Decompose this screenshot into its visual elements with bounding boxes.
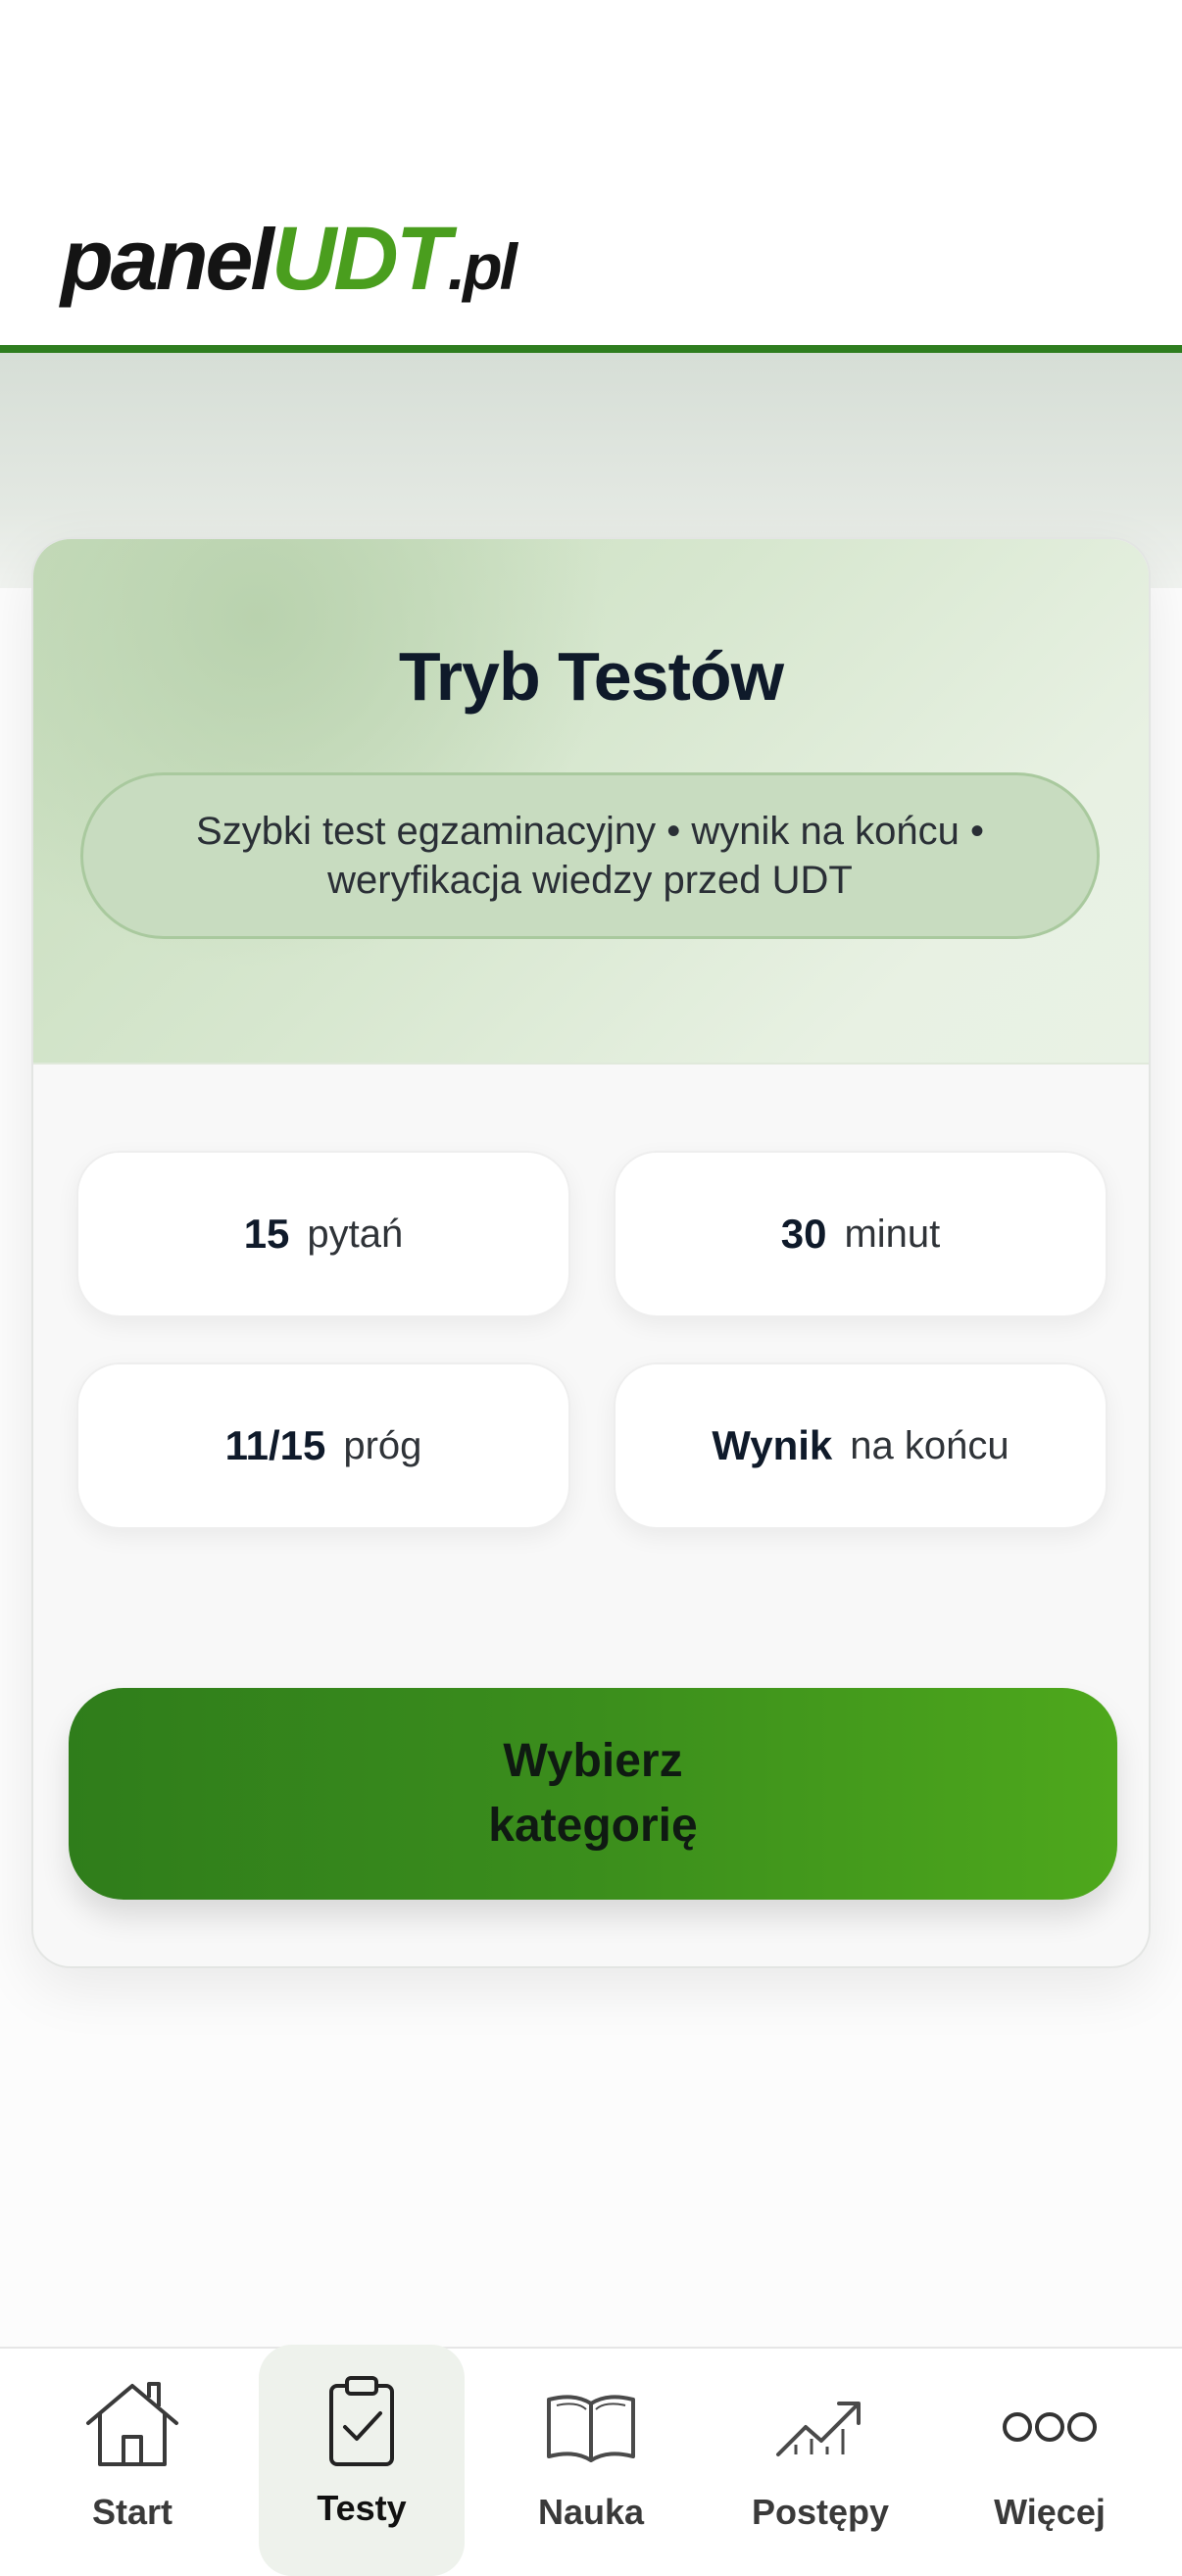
- more-icon: [1003, 2412, 1097, 2442]
- stat-value: 11/15: [224, 1422, 326, 1468]
- nav-item-wiecej[interactable]: Więcej: [947, 2349, 1153, 2572]
- app-header: panelUDT.pl: [0, 0, 1182, 353]
- logo-part-panel: panel: [61, 211, 274, 308]
- subtitle-text: Szybki test egzaminacyjny • wynik na koń…: [196, 810, 984, 902]
- stat-value: Wynik: [712, 1422, 833, 1468]
- stat-label: próg: [343, 1423, 422, 1467]
- stat-time: 30 minut: [614, 1151, 1108, 1317]
- logo-part-domain: .pl: [447, 230, 517, 303]
- book-icon: [547, 2395, 635, 2462]
- page-title: Tryb Testów: [398, 638, 784, 715]
- nav-item-nauka[interactable]: Nauka: [488, 2349, 694, 2572]
- trend-up-icon: [776, 2402, 861, 2456]
- choose-category-button[interactable]: Wybierz kategorię: [69, 1688, 1117, 1900]
- nav-item-postepy[interactable]: Postępy: [717, 2349, 923, 2572]
- stat-result: Wynik na końcu: [614, 1362, 1108, 1529]
- test-mode-card: Tryb Testów Szybki test egzaminacyjny • …: [31, 537, 1151, 1968]
- stat-threshold: 11/15 próg: [76, 1362, 570, 1529]
- app-logo[interactable]: panelUDT.pl: [61, 214, 517, 304]
- stat-label: minut: [844, 1212, 941, 1256]
- nav-label: Postępy: [751, 2492, 890, 2532]
- nav-item-testy[interactable]: Testy: [259, 2345, 465, 2576]
- clipboard-check-icon: [329, 2376, 394, 2466]
- nav-label: Więcej: [994, 2492, 1106, 2532]
- stat-value: 30: [780, 1211, 827, 1257]
- nav-label: Start: [91, 2492, 173, 2532]
- bottom-nav: Start Testy Nauka Postępy Więcej: [0, 2345, 1182, 2576]
- stat-label: na końcu: [850, 1423, 1010, 1467]
- stat-value: 15: [243, 1211, 290, 1257]
- home-icon: [86, 2382, 178, 2466]
- subtitle-pill: Szybki test egzaminacyjny • wynik na koń…: [80, 772, 1100, 939]
- nav-label: Nauka: [537, 2492, 645, 2532]
- cta-line-1: Wybierz: [503, 1735, 683, 1787]
- cta-line-2: kategorię: [488, 1800, 698, 1852]
- stat-questions: 15 pytań: [76, 1151, 570, 1317]
- logo-part-udt: UDT: [271, 209, 451, 309]
- nav-item-start[interactable]: Start: [29, 2349, 235, 2572]
- nav-label: Testy: [317, 2488, 407, 2528]
- stat-label: pytań: [307, 1212, 404, 1256]
- card-hero: Tryb Testów Szybki test egzaminacyjny • …: [33, 539, 1149, 1065]
